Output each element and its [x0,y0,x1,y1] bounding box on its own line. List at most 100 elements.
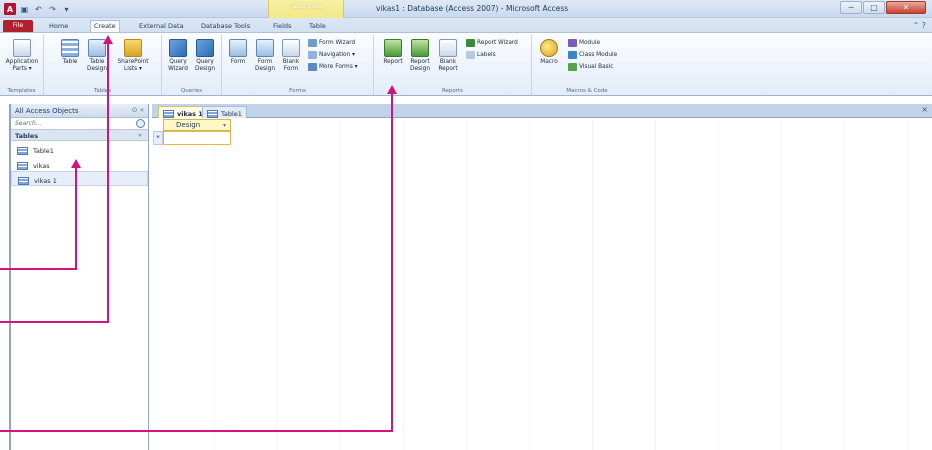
group-forms-label: Forms [289,88,306,94]
table-label: Table [62,59,78,65]
application-parts-icon [13,39,31,57]
blank-form-button[interactable]: Blank Form [280,39,302,73]
more-forms-icon [308,63,317,71]
more-forms-label: More Forms ▾ [319,64,358,70]
minimize-button[interactable]: ─ [840,1,862,14]
access-app-icon[interactable]: A [4,3,16,15]
ribbon-tab-bar: File Home Create External Data Database … [0,18,932,33]
query-design-label: Query Design [194,59,215,72]
nav-group-tables[interactable]: Tables « [11,130,148,141]
query-design-button[interactable]: Query Design [192,39,218,73]
sharepoint-lists-icon [124,39,142,57]
form-button[interactable]: Form [228,39,248,66]
table-button[interactable]: Table [58,39,82,66]
undo-icon[interactable]: ↶ [33,4,44,15]
report-design-button[interactable]: Report Design [408,39,432,73]
nav-item-table1[interactable]: Table1 [11,141,148,156]
doc-tab-table1[interactable]: Table1 [202,106,247,118]
chevron-down-icon[interactable]: ▾ [223,120,226,131]
navigation-button[interactable]: Navigation ▾ [308,51,355,59]
contextual-tab-label: Table Tools [289,3,323,10]
close-button[interactable]: ✕ [886,1,926,14]
new-record-selector[interactable]: * [153,131,163,145]
report-icon [384,39,402,57]
labels-label: Labels [477,52,496,58]
close-document-icon[interactable]: × [921,105,928,114]
column-header-design[interactable]: Design ▾ [163,119,231,131]
report-label: Report [383,59,403,65]
navigation-pane: All Access Objects ⊙ « Search... Tables … [9,104,149,450]
tab-fields[interactable]: Fields [270,21,294,32]
class-module-label: Class Module [579,52,618,58]
group-templates-label: Templates [7,88,36,94]
report-wizard-button[interactable]: Report Wizard [466,39,518,47]
tab-file[interactable]: File [3,20,33,32]
group-reports: Report Report Design Blank Report Report… [374,35,532,95]
maximize-button[interactable]: □ [863,1,885,14]
form-design-button[interactable]: Form Design [254,39,276,73]
blank-report-icon [439,39,457,57]
labels-icon [466,51,475,59]
group-forms: Form Form Design Blank Form Form Wizard … [222,35,374,95]
tab-external-data[interactable]: External Data [136,21,187,32]
save-icon[interactable]: ▣ [19,4,30,15]
help-icon[interactable]: ⌃ ? [913,21,927,30]
redo-icon[interactable]: ↷ [47,4,58,15]
tab-database-tools[interactable]: Database Tools [198,21,253,32]
column-header-label: Design [176,121,201,129]
callout-line-create-horizontal [0,321,109,323]
table-design-button[interactable]: Table Design [86,39,108,73]
form-label: Form [230,59,246,65]
nav-search-placeholder: Search... [15,120,42,127]
search-icon[interactable] [136,119,145,128]
nav-pane-title: All Access Objects [15,107,79,115]
query-design-icon [196,39,214,57]
nav-item-vikas-1[interactable]: vikas 1 [11,171,148,186]
nav-pane-header[interactable]: All Access Objects ⊙ « [11,104,148,118]
blank-form-icon [282,39,300,57]
nav-item-label: vikas 1 [34,176,57,185]
nav-group-label: Tables [15,132,39,140]
form-wizard-icon [308,39,317,47]
table-icon [61,39,79,57]
customize-qat-icon[interactable]: ▾ [61,4,72,15]
datasheet-grid[interactable] [152,118,932,450]
report-design-label: Report Design [409,59,430,72]
new-record-cell[interactable] [163,131,231,145]
window-controls: ─ □ ✕ [840,1,926,14]
blank-report-label: Blank Report [438,59,458,72]
nav-search-field[interactable]: Search... [11,118,148,130]
report-wizard-label: Report Wizard [477,40,518,46]
class-module-button[interactable]: Class Module [568,51,617,59]
doc-tab-label: vikas 1 [177,109,203,118]
macro-button[interactable]: Macro [538,39,560,66]
query-wizard-button[interactable]: Query Wizard [166,39,190,73]
visual-basic-button[interactable]: Visual Basic [568,63,614,71]
more-forms-button[interactable]: More Forms ▾ [308,63,358,71]
table-object-icon [207,109,218,118]
labels-button[interactable]: Labels [466,51,496,59]
collapse-group-icon[interactable]: « [138,131,142,139]
tab-home[interactable]: Home [46,21,71,32]
tab-table[interactable]: Table [306,21,329,32]
blank-report-button[interactable]: Blank Report [436,39,460,73]
module-button[interactable]: Module [568,39,600,47]
ribbon: Application Parts ▾ Templates Table Tabl… [0,32,932,96]
form-wizard-label: Form Wizard [319,40,356,46]
table-object-icon [17,161,28,170]
table-design-label: Table Design [86,59,107,72]
sharepoint-lists-button[interactable]: SharePoint Lists ▾ [114,39,152,73]
query-wizard-icon [169,39,187,57]
module-icon [568,39,577,47]
callout-line-tables-horizontal [0,268,77,270]
form-wizard-button[interactable]: Form Wizard [308,39,355,47]
doc-tab-vikas-1[interactable]: vikas 1 [158,106,208,118]
application-parts-button[interactable]: Application Parts ▾ [2,39,42,73]
table-object-icon [17,146,28,155]
callout-line-report-vertical [391,93,393,432]
sharepoint-lists-label: SharePoint Lists ▾ [117,59,149,72]
nav-pane-shutter-icon[interactable]: ⊙ « [132,106,144,114]
macro-icon [540,39,558,57]
report-design-icon [411,39,429,57]
report-button[interactable]: Report [382,39,404,66]
